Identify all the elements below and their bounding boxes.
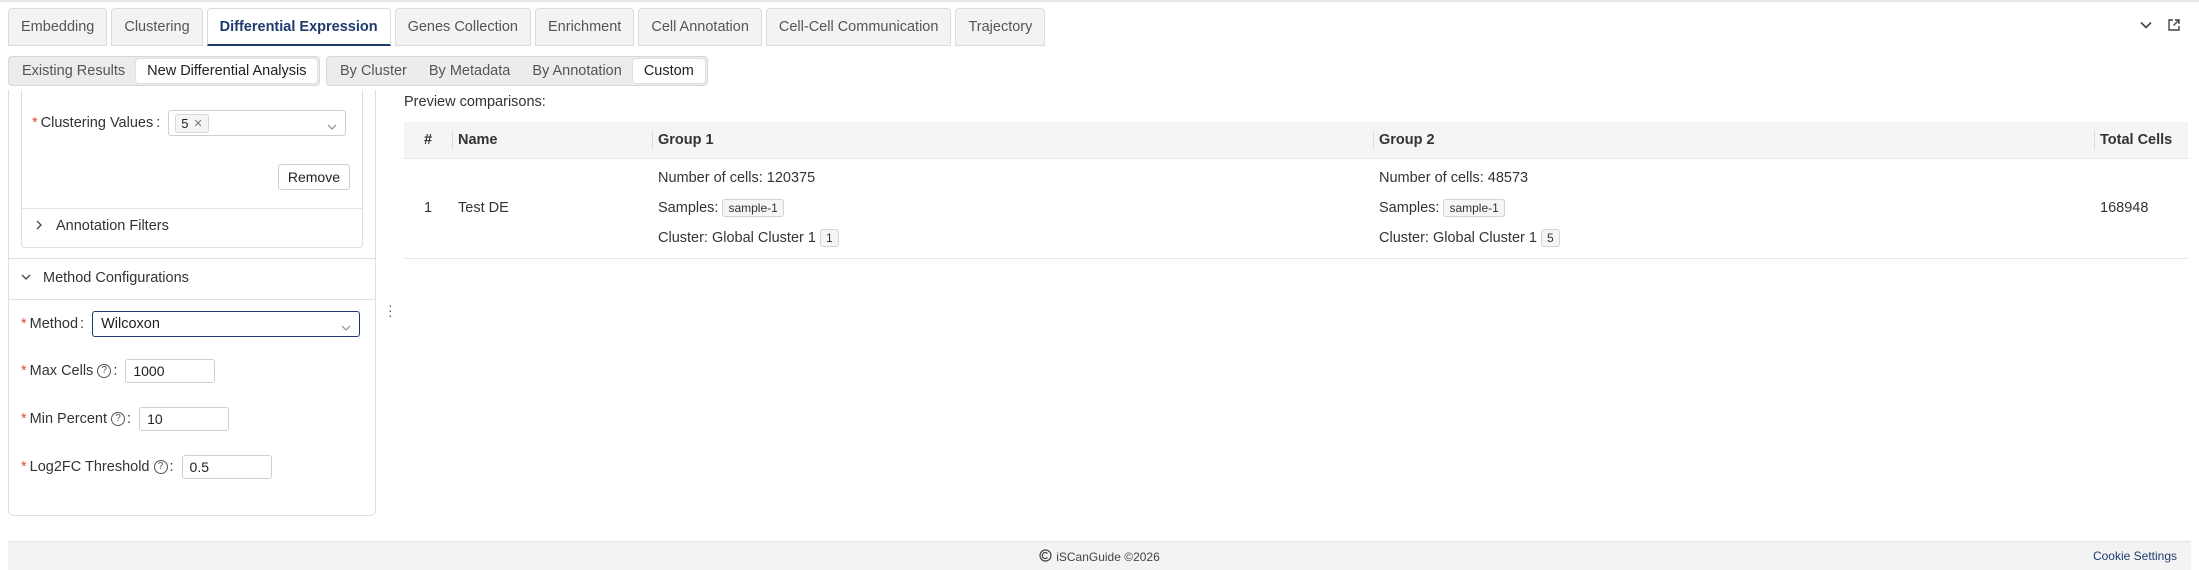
group-1-cluster-tag: 1 <box>819 229 839 247</box>
annotation-filters-toggle[interactable]: Annotation Filters <box>34 218 169 234</box>
tab-clustering[interactable]: Clustering <box>111 8 203 46</box>
close-icon[interactable]: ✕ <box>194 117 203 130</box>
row-name: Test DE <box>452 158 652 259</box>
chevron-down-icon <box>341 320 351 336</box>
tab-enrichment[interactable]: Enrichment <box>535 8 635 46</box>
group-2-cluster-label: Cluster: Global Cluster 1 <box>1379 230 1537 246</box>
method-label: Method <box>21 316 78 332</box>
help-icon[interactable]: ? <box>153 460 168 474</box>
max-cells-input[interactable]: 1000 <box>125 359 216 383</box>
cookie-settings-link[interactable]: Cookie Settings <box>2093 549 2177 563</box>
column-header-index: # <box>404 122 452 159</box>
group-2-sample-tag: sample-1 <box>1443 199 1505 217</box>
footer: iSCanGuide ©2026 Cookie Settings <box>8 541 2191 570</box>
group-2-cell-count: Number of cells: 48573 <box>1379 170 1529 186</box>
group-2-cluster-tag: 5 <box>1540 229 1560 247</box>
column-header-group-2: Group 2 <box>1373 122 2094 159</box>
row-total-cells: 168948 <box>2094 158 2188 259</box>
chevron-down-icon <box>21 270 31 286</box>
top-accent-bar <box>0 0 2199 2</box>
row-group-2: Number of cells: 48573 Samples: sample-1 … <box>1373 158 2094 259</box>
log2fc-threshold-label: Log2FC Threshold <box>21 459 150 475</box>
group-1-samples-label: Samples: <box>658 200 719 216</box>
tab-differential-expression[interactable]: Differential Expression <box>206 8 391 46</box>
drag-handle-icon[interactable]: · · · <box>388 298 393 322</box>
group-2-samples-label: Samples: <box>1379 200 1440 216</box>
configuration-panel: Clustering Values: 5 ✕ Remove Annotation… <box>8 90 376 516</box>
min-percent-label: Min Percent <box>21 411 107 427</box>
help-icon[interactable]: ? <box>97 364 112 378</box>
tab-custom[interactable]: Custom <box>632 59 705 83</box>
tab-trajectory[interactable]: Trajectory <box>955 8 1046 46</box>
row-group-1: Number of cells: 120375 Samples: sample-1… <box>652 158 1373 259</box>
column-header-group-1: Group 1 <box>652 122 1373 159</box>
clustering-value-tag-text: 5 <box>181 115 189 131</box>
tab-cell-annotation[interactable]: Cell Annotation <box>638 8 762 46</box>
tab-existing-results[interactable]: Existing Results <box>11 59 136 83</box>
clustering-value-tag: 5 ✕ <box>175 113 209 133</box>
row-index: 1 <box>404 158 452 259</box>
tab-by-cluster[interactable]: By Cluster <box>329 59 418 83</box>
clustering-values-select[interactable]: 5 ✕ <box>168 110 347 136</box>
divider <box>9 299 375 300</box>
preview-comparisons-table: # Name Group 1 Group 2 Total Cells 1 Tes… <box>404 122 2188 259</box>
divider <box>9 258 375 259</box>
mode-segmented-control: Existing Results New Differential Analys… <box>8 56 321 86</box>
tab-embedding[interactable]: Embedding <box>8 8 108 46</box>
remove-button[interactable]: Remove <box>277 164 350 190</box>
annotation-filters-label: Annotation Filters <box>56 218 169 234</box>
preview-comparisons-label: Preview comparisons: <box>404 94 546 110</box>
log2fc-threshold-input[interactable]: 0.5 <box>181 455 272 479</box>
tab-cell-cell-communication[interactable]: Cell-Cell Communication <box>765 8 952 46</box>
chevron-down-icon <box>327 119 337 135</box>
method-select[interactable]: Wilcoxon <box>92 311 361 337</box>
help-icon[interactable]: ? <box>111 412 126 426</box>
brand-logo-icon <box>1039 549 1052 565</box>
tab-new-differential-analysis[interactable]: New Differential Analysis <box>136 59 318 83</box>
tab-by-metadata[interactable]: By Metadata <box>418 59 521 83</box>
tab-by-annotation[interactable]: By Annotation <box>521 59 633 83</box>
chevron-down-icon[interactable] <box>2139 18 2153 32</box>
method-select-value: Wilcoxon <box>101 316 160 332</box>
filter-group-box: Clustering Values: 5 ✕ Remove Annotation… <box>21 90 363 248</box>
chevron-right-icon <box>34 218 44 234</box>
table-row: 1 Test DE Number of cells: 120375 Sample… <box>404 158 2188 259</box>
min-percent-input[interactable]: 10 <box>139 407 230 431</box>
column-header-total-cells: Total Cells <box>2094 122 2188 159</box>
clustering-values-label: Clustering Values <box>32 115 154 131</box>
group-1-cell-count: Number of cells: 120375 <box>658 170 816 186</box>
divider <box>22 208 362 209</box>
tab-genes-collection[interactable]: Genes Collection <box>394 8 531 46</box>
method-configurations-label: Method Configurations <box>43 270 189 286</box>
group-1-sample-tag: sample-1 <box>722 199 784 217</box>
group-1-cluster-label: Cluster: Global Cluster 1 <box>658 230 816 246</box>
module-tabs: Embedding Clustering Differential Expres… <box>8 8 1046 46</box>
column-header-name: Name <box>452 122 652 159</box>
open-external-icon[interactable] <box>2167 18 2181 32</box>
footer-brand: iSCanGuide ©2026 <box>1056 550 1160 564</box>
method-configurations-toggle[interactable]: Method Configurations <box>21 270 189 286</box>
max-cells-label: Max Cells <box>21 363 94 379</box>
grouping-segmented-control: By Cluster By Metadata By Annotation Cus… <box>326 56 708 86</box>
